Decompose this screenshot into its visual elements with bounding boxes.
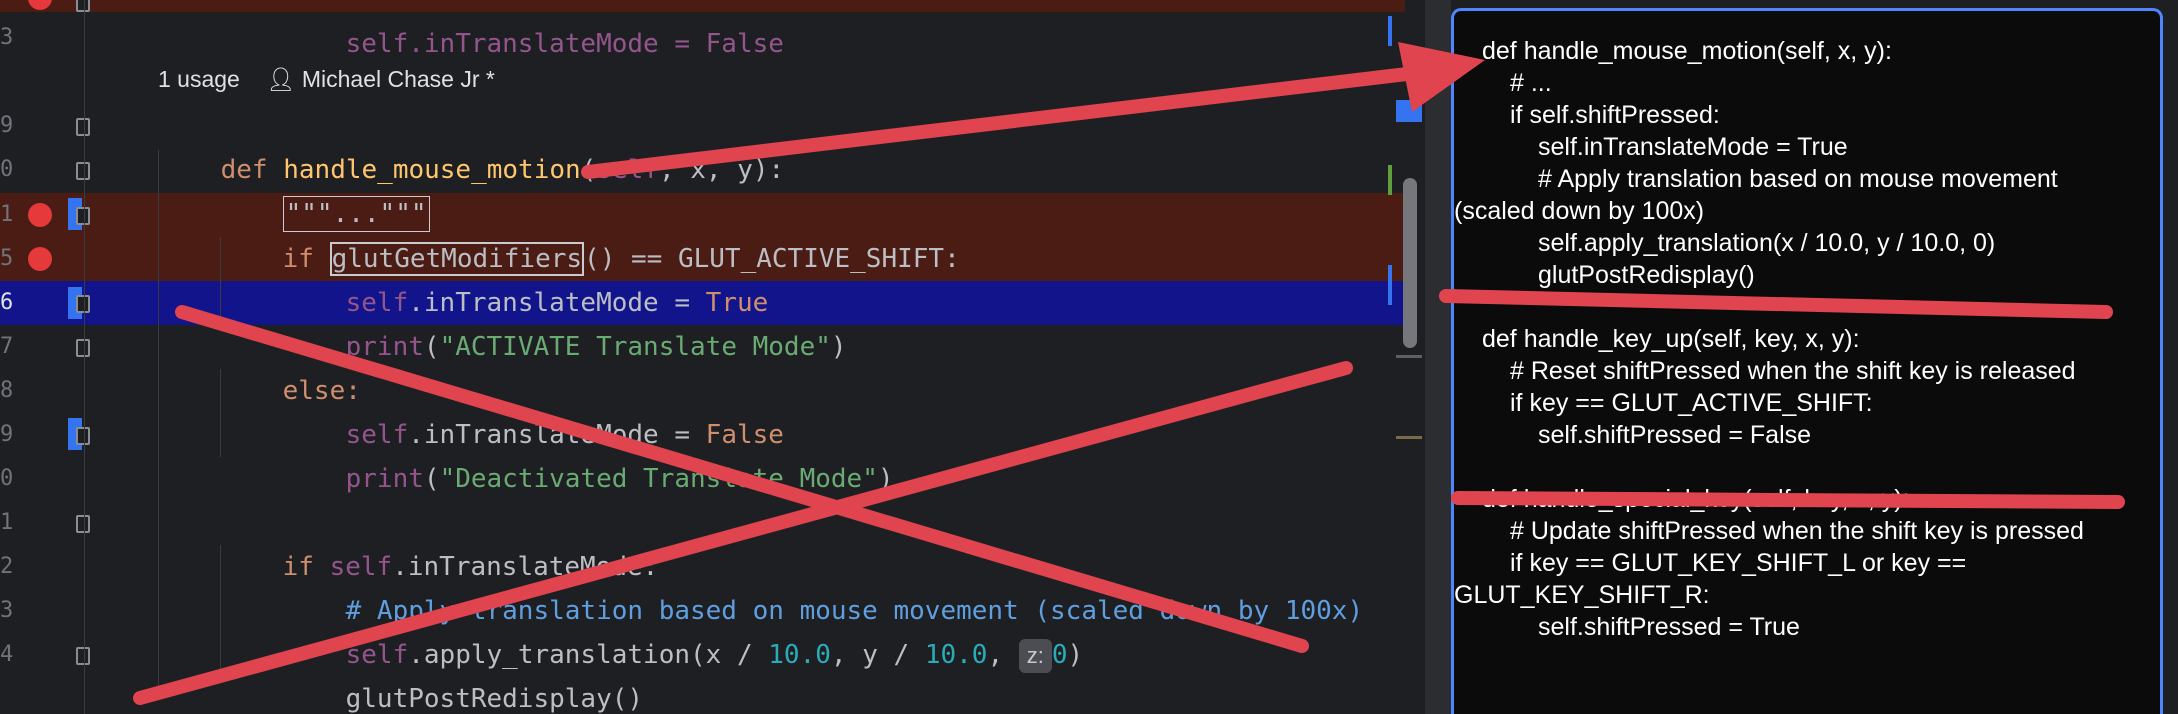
code-line[interactable]: if self.inTranslateMode: bbox=[220, 501, 659, 582]
line-number: 2 bbox=[0, 554, 14, 579]
chat-code-line: # Apply translation based on mouse movem… bbox=[1454, 165, 2065, 225]
chat-code-line: # Update shiftPressed when the shift key… bbox=[1510, 517, 2084, 545]
assistant-code-panel: def handle_mouse_motion(self, x, y): # .… bbox=[1451, 8, 2163, 714]
code-text: glutPostRedisplay() bbox=[345, 684, 644, 714]
breakpoint-icon[interactable] bbox=[28, 203, 52, 227]
code-line[interactable]: def handle_mouse_motion(self, x, y): bbox=[158, 104, 785, 185]
code-line[interactable]: self.inTranslateMode = True bbox=[283, 237, 769, 318]
line-number: 3 bbox=[0, 25, 14, 50]
line-number: 7 bbox=[0, 334, 14, 359]
chat-code-line: self.shiftPressed = False bbox=[1538, 421, 1812, 449]
error-stripe-mark bbox=[1388, 16, 1392, 46]
line-number: 6 bbox=[0, 290, 14, 315]
assistant-code-text: def handle_mouse_motion(self, x, y): # .… bbox=[1454, 35, 2142, 643]
code-line[interactable]: self.inTranslateMode = False bbox=[283, 0, 784, 59]
fold-icon[interactable] bbox=[76, 339, 90, 357]
code-line[interactable]: # Apply translation based on mouse movem… bbox=[283, 545, 1363, 626]
code-line[interactable]: glutPostRedisplay() bbox=[283, 633, 643, 714]
error-stripe-mark bbox=[1396, 436, 1422, 439]
chat-code-line: # ... bbox=[1510, 69, 1552, 97]
code-line[interactable]: """...""" bbox=[220, 148, 430, 232]
code-text: ) bbox=[830, 332, 847, 362]
chat-code-line: # Reset shiftPressed when the shift key … bbox=[1510, 357, 2076, 385]
fold-end-icon[interactable] bbox=[76, 295, 90, 313]
chat-code-line: if key == GLUT_ACTIVE_SHIFT: bbox=[1510, 389, 1873, 417]
line-number: 3 bbox=[0, 598, 14, 623]
chat-code-line: def handle_mouse_motion(self, x, y): bbox=[1482, 37, 1892, 65]
expand-icon[interactable] bbox=[76, 162, 90, 180]
gutter-line bbox=[84, 0, 85, 714]
code-text: ) bbox=[1067, 640, 1084, 670]
user-icon: 👤︎ bbox=[266, 66, 296, 92]
code-line[interactable]: if glutGetModifiers() == GLUT_ACTIVE_SHI… bbox=[220, 193, 960, 276]
chat-code-line: glutPostRedisplay() bbox=[1538, 261, 1755, 289]
code-text: ( bbox=[580, 155, 597, 185]
error-stripe-mark bbox=[1396, 355, 1422, 358]
builtin: print bbox=[345, 464, 424, 494]
string: "Deactivated Translate Mode" bbox=[439, 464, 878, 494]
error-stripe-mark bbox=[1396, 100, 1422, 122]
line-number: 4 bbox=[0, 642, 14, 667]
chat-code-line: self.inTranslateMode = True bbox=[1538, 133, 1848, 161]
line-number: 8 bbox=[0, 378, 14, 403]
fold-icon[interactable] bbox=[76, 0, 90, 12]
code-text: ) bbox=[877, 464, 894, 494]
usage-hint[interactable]: 1 usage 👤︎ Michael Chase Jr * bbox=[158, 66, 495, 93]
line-number: 5 bbox=[0, 246, 14, 271]
fold-icon[interactable] bbox=[76, 118, 90, 136]
number: 10.0 bbox=[768, 640, 831, 670]
self-param: self bbox=[596, 155, 659, 185]
breakpoint-icon[interactable] bbox=[28, 247, 52, 271]
code-line[interactable]: self.apply_translation(x / 10.0, y / 10.… bbox=[283, 589, 1083, 673]
code-line[interactable]: print("Deactivated Translate Mode") bbox=[283, 413, 894, 494]
error-stripe-mark bbox=[1388, 265, 1392, 305]
number: 10.0 bbox=[924, 640, 988, 670]
chat-code-line: self.apply_translation(x / 10.0, y / 10.… bbox=[1538, 229, 1996, 257]
chat-code-line: if key == GLUT_KEY_SHIFT_L or key == GLU… bbox=[1454, 549, 1974, 609]
line-number: 1 bbox=[0, 510, 14, 535]
panel-divider[interactable] bbox=[1425, 0, 1451, 714]
chat-code-line: self.shiftPressed = True bbox=[1538, 613, 1800, 641]
code-text: , y / bbox=[830, 640, 925, 670]
number: 0 bbox=[1051, 640, 1068, 670]
error-stripe-mark bbox=[1388, 165, 1392, 195]
code-line[interactable]: print("ACTIVATE Translate Mode") bbox=[283, 281, 847, 362]
fold-end-icon[interactable] bbox=[76, 647, 90, 665]
code-line[interactable]: self.inTranslateMode = False bbox=[283, 369, 784, 450]
chat-code-line: def handle_special_key(self, key, x, y): bbox=[1482, 485, 1910, 513]
code-text: , bbox=[987, 640, 1019, 670]
author-name: Michael Chase Jr * bbox=[301, 66, 495, 92]
code-text: ( bbox=[423, 464, 440, 494]
line-number: 1 bbox=[0, 202, 14, 227]
line-number: 0 bbox=[0, 157, 14, 182]
line-number: 0 bbox=[0, 466, 14, 491]
chat-code-line: if self.shiftPressed: bbox=[1510, 101, 1720, 129]
parameter-hint: z: bbox=[1018, 639, 1052, 673]
chat-code-line: def handle_key_up(self, key, x, y): bbox=[1482, 325, 1860, 353]
code-text: ( bbox=[423, 332, 440, 362]
usage-count[interactable]: 1 usage bbox=[158, 66, 240, 92]
line-number: 9 bbox=[0, 422, 14, 447]
code-line[interactable]: else: bbox=[220, 325, 361, 406]
fold-end-icon[interactable] bbox=[76, 427, 90, 445]
code-editor[interactable]: 3 9 0 1 5 6 7 8 9 0 1 2 3 4 self.inTrans… bbox=[0, 0, 1425, 714]
code-text: self.inTranslateMode = False bbox=[345, 29, 784, 59]
fold-icon[interactable] bbox=[76, 515, 90, 533]
code-text: , x, y): bbox=[658, 155, 785, 185]
string: "ACTIVATE Translate Mode" bbox=[439, 332, 831, 362]
vertical-scrollbar[interactable] bbox=[1403, 178, 1417, 348]
line-number: 9 bbox=[0, 113, 14, 138]
fold-icon[interactable] bbox=[76, 207, 90, 225]
